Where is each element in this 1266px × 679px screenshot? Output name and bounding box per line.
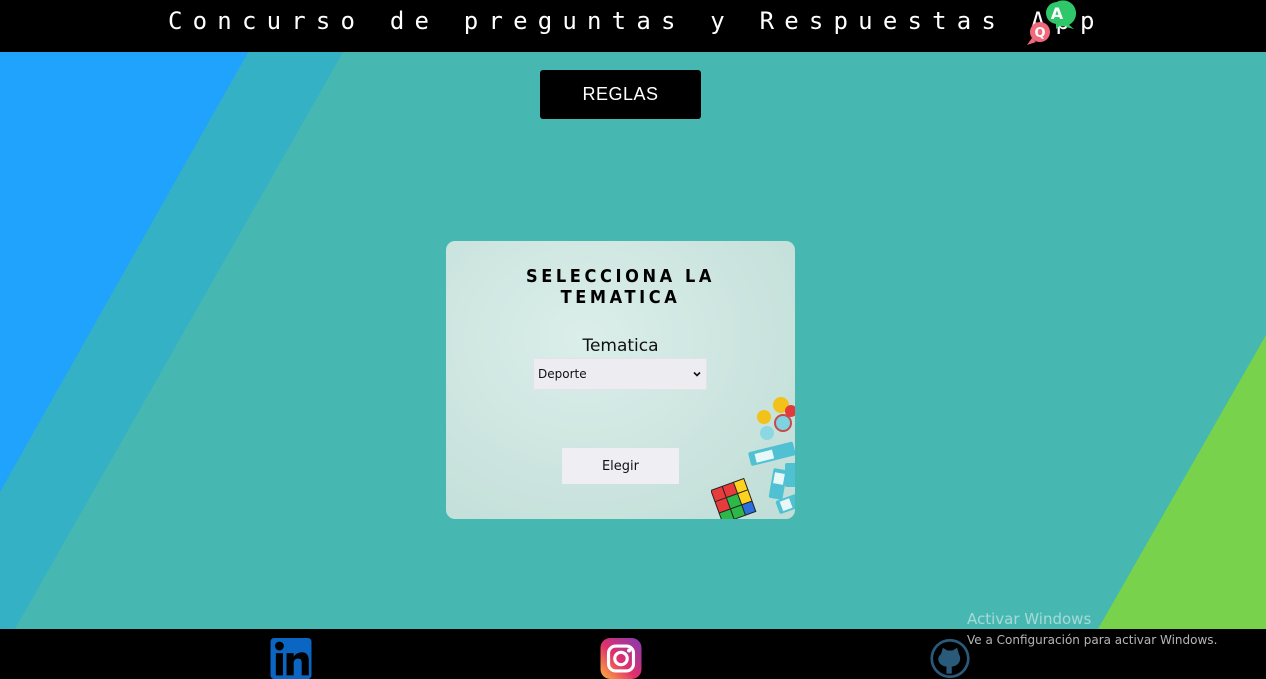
header-bar: Concurso de preguntas y Respuestas App A…	[0, 0, 1266, 52]
card-title: SELECCIONA LA TEMATICA	[525, 266, 716, 308]
chevron-down-icon	[693, 371, 701, 377]
rules-button[interactable]: REGLAS	[540, 70, 701, 119]
topic-card: SELECCIONA LA TEMATICA Tematica Deporte …	[446, 241, 795, 519]
topic-label: Tematica	[582, 336, 659, 356]
qa-letter-a: A	[1051, 4, 1064, 23]
toys-decoration-image	[711, 397, 795, 519]
windows-activation-watermark: Activar Windows Ve a Configuración para …	[967, 610, 1217, 648]
instagram-icon[interactable]	[598, 638, 644, 679]
watermark-subtitle: Ve a Configuración para activar Windows.	[967, 633, 1218, 647]
choose-button[interactable]: Elegir	[562, 448, 679, 484]
linkedin-icon[interactable]	[268, 638, 314, 679]
qa-chat-icon: A Q	[1027, 0, 1076, 45]
qa-letter-q: Q	[1034, 26, 1045, 41]
app-title: Concurso de preguntas y Respuestas App	[168, 7, 1105, 35]
topic-select[interactable]: Deporte	[533, 358, 707, 390]
topic-select-value: Deporte	[538, 367, 587, 381]
watermark-title: Activar Windows	[967, 610, 1092, 628]
